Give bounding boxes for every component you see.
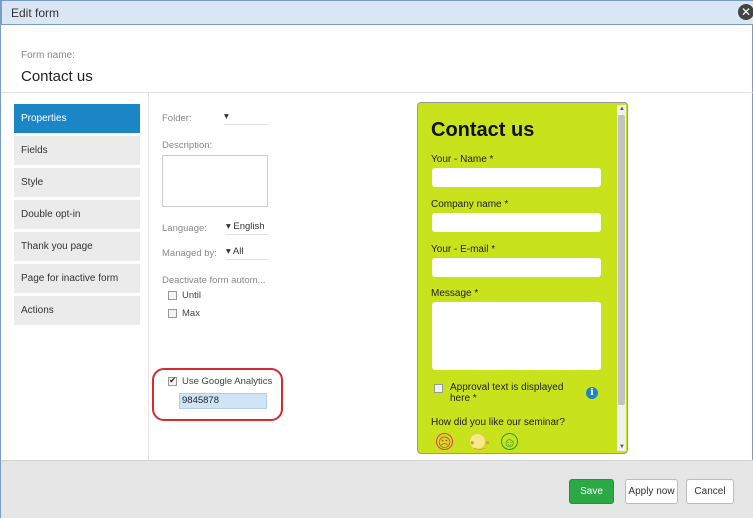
form-preview: Contact us Your - Name * Company name * … (417, 102, 628, 454)
nav-item-style[interactable]: Style (14, 168, 140, 197)
nav-item-inactive-form-page[interactable]: Page for inactive form (14, 264, 140, 293)
panel-divider (148, 93, 149, 460)
form-header: Form name: Contact us (1, 25, 753, 93)
max-checkbox[interactable] (168, 309, 177, 318)
scroll-down-icon[interactable]: ▼ (619, 444, 625, 450)
until-checkbox[interactable] (168, 291, 177, 300)
form-name-value: Contact us (21, 68, 93, 85)
preview-name-label: Your - Name * (431, 154, 494, 165)
cancel-button[interactable]: Cancel (686, 479, 734, 504)
preview-company-input[interactable] (432, 213, 601, 232)
preview-scroll-thumb[interactable] (618, 115, 625, 405)
language-label: Language: (162, 223, 207, 234)
max-label: Max (182, 308, 200, 319)
folder-label: Folder: (162, 113, 192, 124)
form-name-label: Form name: (21, 50, 75, 61)
edit-form-dialog: Edit form ✕ Form name: Contact us Proper… (0, 0, 753, 518)
description-label: Description: (162, 140, 213, 151)
scroll-up-icon[interactable]: ▲ (619, 106, 625, 112)
dialog-footer: Save Apply now Cancel (1, 460, 753, 518)
happy-face-icon[interactable]: ☺ (501, 433, 518, 450)
managed-by-label: Managed by: (162, 248, 217, 259)
preview-name-input[interactable] (432, 168, 601, 187)
nav-item-fields[interactable]: Fields (14, 136, 140, 165)
preview-title: Contact us (431, 119, 535, 141)
dialog-title: Edit form (11, 6, 60, 20)
until-label: Until (182, 290, 202, 301)
preview-email-input[interactable] (432, 258, 601, 277)
preview-message-label: Message * (431, 288, 479, 299)
max-checkbox-row[interactable]: Max (168, 308, 200, 319)
nav-item-properties[interactable]: Properties (14, 104, 140, 133)
save-button[interactable]: Save (569, 479, 614, 504)
nav-item-actions[interactable]: Actions (14, 296, 140, 325)
highlight-annotation (152, 368, 283, 421)
nav-item-thank-you-page[interactable]: Thank you page (14, 232, 140, 261)
apply-now-button[interactable]: Apply now (625, 479, 678, 504)
preview-approval-checkbox[interactable] (434, 384, 443, 393)
folder-select[interactable]: ▾ (224, 111, 268, 125)
sad-face-icon[interactable]: ☹ (436, 433, 453, 450)
info-icon[interactable]: i (586, 387, 598, 399)
preview-question-label: How did you like our seminar? (431, 417, 565, 428)
preview-company-label: Company name * (431, 199, 509, 210)
nav-item-double-opt-in[interactable]: Double opt-in (14, 200, 140, 229)
title-bar: Edit form ✕ (1, 0, 753, 25)
settings-nav: Properties Fields Style Double opt-in Th… (14, 104, 140, 328)
description-textarea[interactable] (162, 155, 268, 207)
preview-approval-label: Approval text is displayed here * (450, 382, 564, 404)
close-icon[interactable]: ✕ (738, 4, 753, 20)
preview-message-textarea[interactable] (432, 302, 601, 370)
neutral-face-icon[interactable]: •‿• (469, 433, 490, 450)
language-select[interactable]: ▾ English (226, 221, 268, 235)
deactivate-label: Deactivate form autom... (162, 275, 266, 286)
managed-by-select[interactable]: ▾ All (226, 246, 268, 260)
preview-email-label: Your - E-mail * (431, 244, 496, 255)
until-checkbox-row[interactable]: Until (168, 290, 201, 301)
